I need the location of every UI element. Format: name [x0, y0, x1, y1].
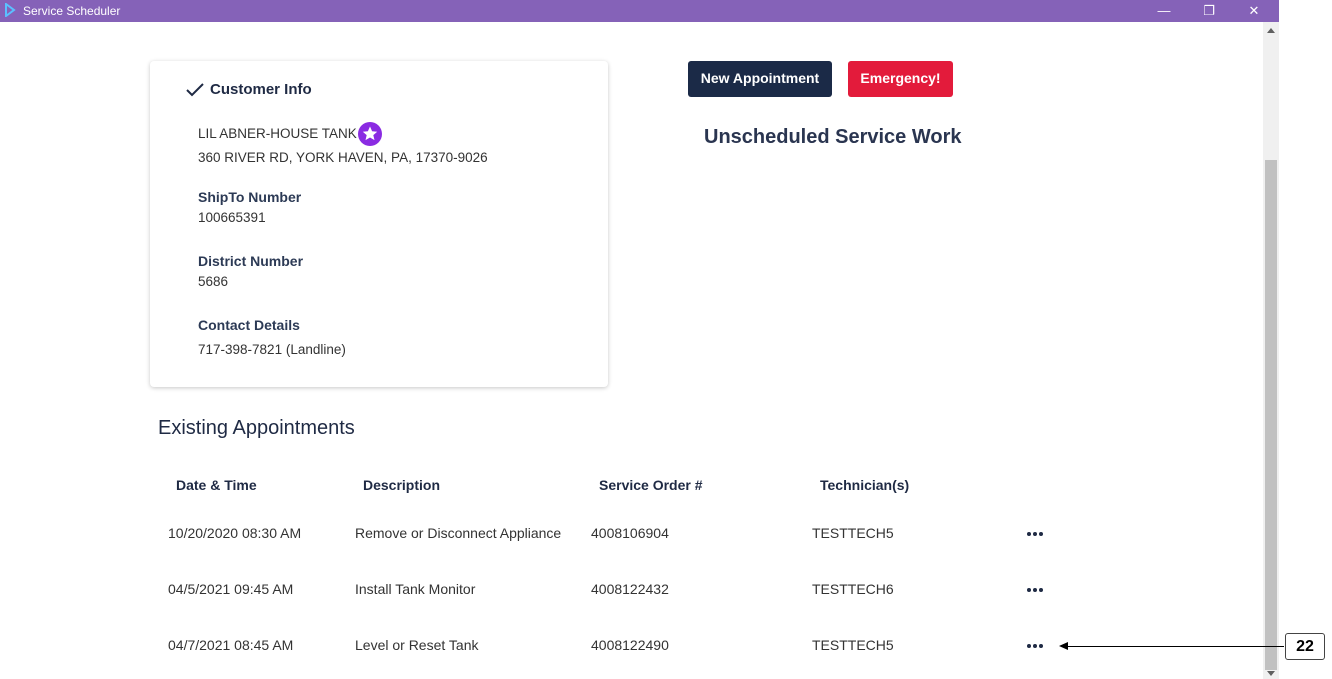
cell-description: Level or Reset Tank: [355, 637, 479, 653]
existing-appointments-title: Existing Appointments: [158, 417, 355, 439]
header-technician: Technician(s): [820, 477, 910, 493]
star-badge-icon: [358, 122, 382, 146]
more-options-icon[interactable]: [1022, 582, 1052, 598]
cell-technician: TESTTECH5: [812, 525, 894, 541]
cell-technician: TESTTECH6: [812, 581, 894, 597]
minimize-button[interactable]: —: [1144, 0, 1184, 22]
cell-service-order: 4008122490: [591, 637, 669, 653]
header-description: Description: [363, 477, 441, 493]
district-label: District Number: [198, 253, 304, 269]
vertical-scrollbar[interactable]: [1263, 22, 1279, 679]
cell-description: Remove or Disconnect Appliance: [355, 525, 562, 541]
scroll-down-icon[interactable]: [1267, 671, 1275, 676]
customer-info-title: Customer Info: [210, 81, 312, 98]
title-bar: Service Scheduler — ❐ ✕: [0, 0, 1279, 22]
unscheduled-work-title: Unscheduled Service Work: [704, 126, 962, 148]
header-datetime: Date & Time: [176, 477, 257, 493]
customer-address: 360 RIVER RD, YORK HAVEN, PA, 17370-9026: [198, 150, 488, 165]
more-options-icon[interactable]: [1022, 638, 1052, 654]
cell-technician: TESTTECH5: [812, 637, 894, 653]
shipto-label: ShipTo Number: [198, 189, 302, 205]
district-value: 5686: [198, 274, 229, 289]
cell-datetime: 10/20/2020 08:30 AM: [168, 525, 302, 541]
close-button[interactable]: ✕: [1234, 0, 1274, 22]
app-icon: [4, 2, 16, 22]
contact-label: Contact Details: [198, 317, 300, 333]
restore-button[interactable]: ❐: [1189, 0, 1229, 22]
customer-info-card: Customer Info LIL ABNER-HOUSE TANK 360 R…: [150, 61, 608, 387]
cell-service-order: 4008122432: [591, 581, 669, 597]
emergency-button[interactable]: Emergency!: [848, 61, 953, 97]
cell-datetime: 04/7/2021 08:45 AM: [168, 637, 294, 653]
contact-value: 717-398-7821 (Landline): [198, 342, 346, 357]
checkmark-icon: [186, 83, 204, 102]
more-options-icon[interactable]: [1022, 526, 1052, 542]
annotation-line: [1064, 646, 1284, 647]
scroll-up-icon[interactable]: [1267, 28, 1275, 33]
scroll-thumb[interactable]: [1265, 160, 1277, 670]
cell-description: Install Tank Monitor: [355, 581, 476, 597]
cell-service-order: 4008106904: [591, 525, 669, 541]
window-title: Service Scheduler: [23, 4, 121, 18]
header-service-order: Service Order #: [599, 477, 703, 493]
cell-datetime: 04/5/2021 09:45 AM: [168, 581, 294, 597]
customer-name: LIL ABNER-HOUSE TANK: [198, 126, 357, 141]
annotation-label: 22: [1285, 633, 1325, 660]
new-appointment-button[interactable]: New Appointment: [688, 61, 832, 97]
shipto-value: 100665391: [198, 210, 266, 225]
